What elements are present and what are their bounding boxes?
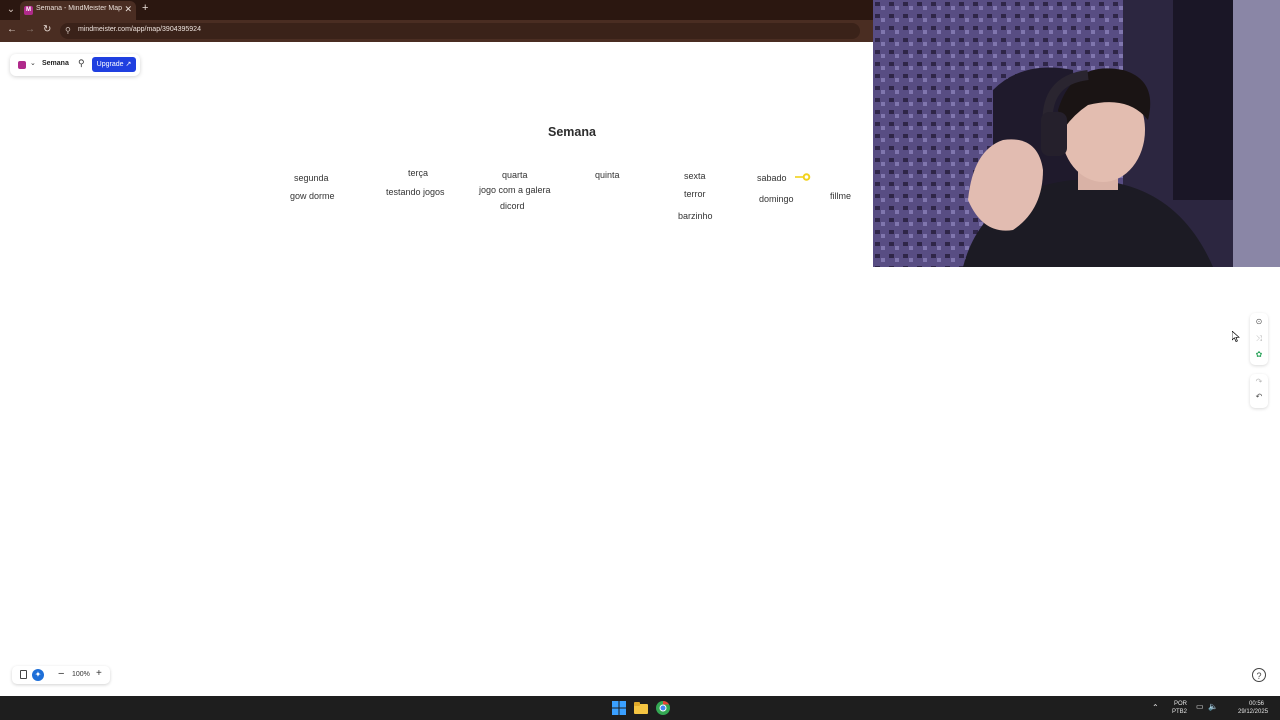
browser-tab-bar: ⌄ M Semana - MindMeister Mapa m ✕ + — [0, 0, 873, 20]
node-quarta[interactable]: quarta — [502, 170, 528, 180]
site-info-icon[interactable]: ⚲ — [65, 26, 71, 35]
focus-icon[interactable]: ⊙ — [1250, 317, 1268, 326]
reload-icon[interactable]: ↻ — [43, 24, 51, 35]
help-icon[interactable]: ? — [1252, 668, 1266, 682]
undo-icon[interactable]: ↶ — [1250, 392, 1268, 401]
zoom-out-button[interactable]: − — [58, 668, 64, 680]
map-view-icon[interactable]: ✦ — [32, 669, 44, 681]
tab-close-icon[interactable]: ✕ — [124, 4, 132, 15]
tray-expand-icon[interactable]: ⌃ — [1152, 703, 1159, 712]
chrome-icon[interactable] — [656, 701, 670, 715]
color-palette-icon[interactable]: ✿ — [1250, 350, 1268, 359]
tab-list-chevron-icon[interactable]: ⌄ — [4, 3, 18, 17]
mindmeister-logo-icon[interactable] — [18, 61, 26, 69]
right-tool-panel: ⊙ ⤨ ✿ — [1250, 313, 1268, 365]
map-toolbar: ⌄ Semana ⚲ Upgrade ↗ — [10, 54, 140, 76]
node-fillme[interactable]: fillme — [830, 191, 851, 201]
node-quinta[interactable]: quinta — [595, 170, 620, 180]
node-gow-dorme[interactable]: gow dorme — [290, 191, 335, 201]
node-connector-handle-icon[interactable] — [794, 172, 812, 182]
new-tab-button[interactable]: + — [142, 2, 148, 14]
url-text: mindmeister.com/app/map/3904395924 — [78, 26, 201, 33]
node-terror[interactable]: terror — [684, 189, 706, 199]
clock-time[interactable]: 00:56 — [1249, 701, 1264, 707]
clock-date[interactable]: 29/12/2025 — [1238, 709, 1268, 715]
node-segunda[interactable]: segunda — [294, 173, 329, 183]
search-icon[interactable]: ⚲ — [78, 58, 85, 69]
node-dicord[interactable]: dicord — [500, 201, 525, 211]
os-taskbar: ⌃ POR PTB2 ▭ 🔈 00:56 29/12/2025 — [0, 696, 1280, 720]
windows-start-icon[interactable] — [612, 701, 626, 715]
root-node[interactable]: Semana — [548, 125, 596, 139]
outline-view-icon[interactable] — [20, 670, 27, 679]
webcam-overlay — [873, 0, 1280, 267]
zoom-level[interactable]: 100% — [72, 671, 90, 678]
node-jogo-com-a-galera[interactable]: jogo com a galera — [479, 185, 551, 195]
node-domingo[interactable]: domingo — [759, 194, 794, 204]
chevron-down-icon[interactable]: ⌄ — [30, 59, 36, 67]
browser-address-bar: ← → ↻ ⚲ mindmeister.com/app/map/39043959… — [0, 20, 873, 42]
node-barzinho[interactable]: barzinho — [678, 211, 713, 221]
back-arrow-icon[interactable]: ← — [7, 24, 17, 35]
mouse-cursor-icon — [1232, 331, 1240, 342]
tab-title: Semana - MindMeister Mapa m — [36, 5, 122, 12]
keyboard-layout[interactable]: PTB2 — [1172, 709, 1187, 715]
redo-icon[interactable]: ↷ — [1250, 377, 1268, 386]
browser-tab[interactable]: M Semana - MindMeister Mapa m ✕ — [20, 1, 136, 20]
upgrade-button[interactable]: Upgrade ↗ — [92, 57, 136, 72]
zoom-toolbar: ✦ − 100% + — [12, 666, 110, 684]
mindmeister-favicon-icon: M — [24, 6, 33, 15]
webcam-image — [873, 0, 1280, 267]
node-sabado[interactable]: sabado — [757, 173, 787, 183]
node-terca[interactable]: terça — [408, 168, 428, 178]
url-field[interactable]: ⚲ mindmeister.com/app/map/3904395924 — [60, 23, 860, 39]
file-explorer-icon[interactable] — [634, 701, 648, 715]
network-icon[interactable]: ▭ — [1196, 702, 1204, 711]
shuffle-icon[interactable]: ⤨ — [1250, 334, 1268, 344]
system-tray: ⌃ POR PTB2 ▭ 🔈 00:56 29/12/2025 — [1152, 699, 1272, 717]
history-panel: ↷ ↶ — [1250, 374, 1268, 408]
forward-arrow-icon[interactable]: → — [25, 24, 35, 35]
zoom-in-button[interactable]: + — [96, 668, 102, 679]
map-title[interactable]: Semana — [42, 60, 69, 67]
language-code[interactable]: POR — [1174, 701, 1187, 707]
node-sexta[interactable]: sexta — [684, 171, 706, 181]
volume-icon[interactable]: 🔈 — [1208, 702, 1218, 711]
node-testando-jogos[interactable]: testando jogos — [386, 187, 445, 197]
